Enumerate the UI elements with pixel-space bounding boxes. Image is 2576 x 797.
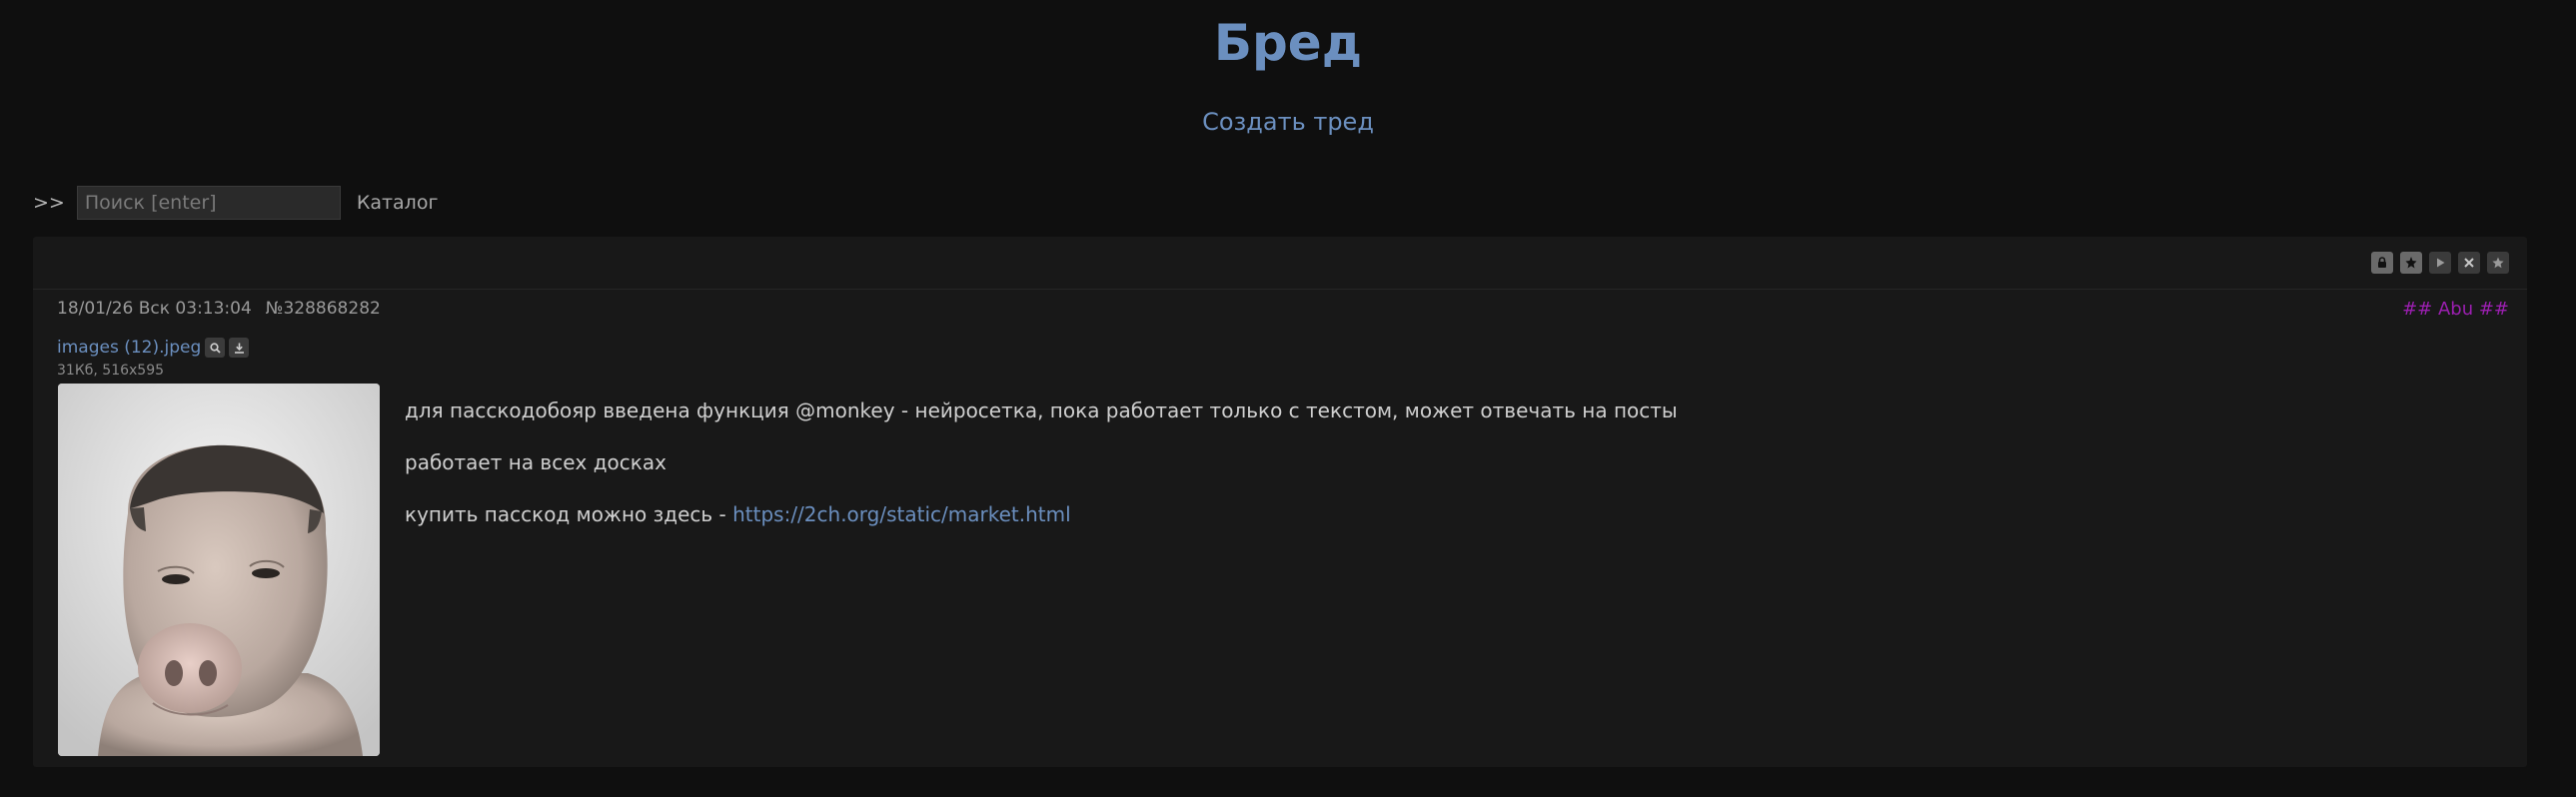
star-icon[interactable] bbox=[2487, 252, 2509, 274]
post-author: ## Abu ## bbox=[2402, 299, 2509, 320]
post-text-line: купить пасскод можно здесь - https://2ch… bbox=[405, 500, 1678, 528]
close-icon[interactable] bbox=[2458, 252, 2480, 274]
post-text-line: для пасскодобояр введена функция @monkey… bbox=[405, 398, 1678, 422]
file-info: images (12).jpeg bbox=[57, 338, 250, 358]
market-link[interactable]: https://2ch.org/static/market.html bbox=[732, 502, 1071, 526]
thread-header bbox=[33, 237, 2527, 290]
thread-buttons bbox=[2371, 252, 2509, 274]
post-image[interactable] bbox=[58, 384, 380, 756]
board-title: Бред bbox=[1213, 14, 1363, 72]
search-input[interactable] bbox=[76, 186, 341, 220]
pin-icon[interactable] bbox=[2400, 252, 2422, 274]
toolbar: >> Каталог bbox=[33, 184, 438, 222]
create-thread-link[interactable]: Создать тред bbox=[0, 108, 2576, 136]
download-icon[interactable] bbox=[229, 338, 250, 358]
search-icon[interactable] bbox=[205, 338, 226, 358]
post-text-prefix: купить пасскод можно здесь - bbox=[405, 502, 733, 526]
lock-icon[interactable] bbox=[2371, 252, 2393, 274]
file-size: 31Кб, 516x595 bbox=[57, 363, 165, 379]
file-name-link[interactable]: images (12).jpeg bbox=[57, 338, 201, 358]
post-text-line: работает на всех досках bbox=[405, 450, 666, 474]
catalog-link[interactable]: Каталог bbox=[357, 192, 439, 214]
toolbar-arrows: >> bbox=[33, 192, 65, 214]
post-body: для пасскодобояр введена функция @monkey… bbox=[405, 397, 1678, 528]
thread: 18/01/26 Вск 03:13:04 №328868282 ## Abu #… bbox=[33, 237, 2527, 767]
play-icon[interactable] bbox=[2429, 252, 2451, 274]
post-date: 18/01/26 Вск 03:13:04 bbox=[57, 299, 252, 319]
post-meta: 18/01/26 Вск 03:13:04 №328868282 bbox=[57, 299, 381, 319]
post-number[interactable]: №328868282 bbox=[266, 299, 381, 319]
